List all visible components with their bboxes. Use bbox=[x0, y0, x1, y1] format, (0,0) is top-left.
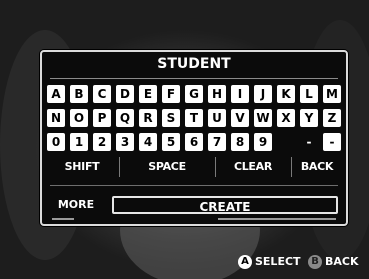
key-4[interactable]: 4 bbox=[139, 133, 157, 151]
key-d[interactable]: D bbox=[116, 85, 134, 103]
key-y[interactable]: Y bbox=[300, 109, 318, 127]
key-g[interactable]: G bbox=[185, 85, 203, 103]
key-row-1: A B C D E F G H I J K L M bbox=[47, 85, 343, 103]
title-divider bbox=[50, 78, 338, 79]
clear-button[interactable]: CLEAR bbox=[223, 159, 283, 175]
key-5[interactable]: 5 bbox=[162, 133, 180, 151]
key-o[interactable]: O bbox=[70, 109, 88, 127]
key-x[interactable]: X bbox=[277, 109, 295, 127]
select-prompt: A SELECT bbox=[238, 253, 301, 271]
footer-dash bbox=[218, 218, 336, 220]
key-2[interactable]: 2 bbox=[93, 133, 111, 151]
key-b[interactable]: B bbox=[70, 85, 88, 103]
key-i[interactable]: I bbox=[231, 85, 249, 103]
key-m[interactable]: M bbox=[323, 85, 341, 103]
key-dash-2[interactable]: - bbox=[323, 133, 341, 151]
key-e[interactable]: E bbox=[139, 85, 157, 103]
more-button[interactable]: MORE bbox=[52, 197, 100, 213]
key-f[interactable]: F bbox=[162, 85, 180, 103]
panel-title: STUDENT bbox=[157, 56, 231, 72]
key-s[interactable]: S bbox=[162, 109, 180, 127]
key-c[interactable]: C bbox=[93, 85, 111, 103]
back-button[interactable]: BACK bbox=[293, 159, 341, 175]
key-v[interactable]: V bbox=[231, 109, 249, 127]
shift-button[interactable]: SHIFT bbox=[57, 159, 107, 175]
action-divider bbox=[119, 157, 120, 177]
key-t[interactable]: T bbox=[185, 109, 203, 127]
key-k[interactable]: K bbox=[277, 85, 295, 103]
key-row-2: N O P Q R S T U V W X Y Z bbox=[47, 109, 343, 127]
key-dash[interactable]: - bbox=[300, 133, 318, 151]
key-j[interactable]: J bbox=[254, 85, 272, 103]
action-row: SHIFT SPACE CLEAR BACK bbox=[47, 157, 343, 177]
b-button-icon: B bbox=[308, 255, 322, 269]
key-empty bbox=[277, 133, 299, 151]
key-3[interactable]: 3 bbox=[116, 133, 134, 151]
key-6[interactable]: 6 bbox=[185, 133, 203, 151]
create-button[interactable]: CREATE bbox=[112, 196, 338, 214]
key-a[interactable]: A bbox=[47, 85, 65, 103]
key-r[interactable]: R bbox=[139, 109, 157, 127]
name-entry-keyboard: STUDENT A B C D E F G H I J K L M N O P … bbox=[40, 50, 348, 226]
key-8[interactable]: 8 bbox=[231, 133, 249, 151]
key-0[interactable]: 0 bbox=[47, 133, 65, 151]
key-row-3: 0 1 2 3 4 5 6 7 8 9 - - bbox=[47, 133, 343, 151]
key-z[interactable]: Z bbox=[323, 109, 341, 127]
a-button-icon: A bbox=[238, 255, 252, 269]
footer-dash bbox=[52, 218, 74, 220]
key-u[interactable]: U bbox=[208, 109, 226, 127]
key-h[interactable]: H bbox=[208, 85, 226, 103]
game-screen: STUDENT A B C D E F G H I J K L M N O P … bbox=[0, 0, 369, 279]
action-divider bbox=[215, 157, 216, 177]
key-7[interactable]: 7 bbox=[208, 133, 226, 151]
key-q[interactable]: Q bbox=[116, 109, 134, 127]
key-p[interactable]: P bbox=[93, 109, 111, 127]
back-label: BACK bbox=[325, 255, 359, 268]
key-9[interactable]: 9 bbox=[254, 133, 272, 151]
key-w[interactable]: W bbox=[254, 109, 272, 127]
space-button[interactable]: SPACE bbox=[131, 159, 203, 175]
key-n[interactable]: N bbox=[47, 109, 65, 127]
back-prompt: B BACK bbox=[308, 253, 359, 271]
key-l[interactable]: L bbox=[300, 85, 318, 103]
select-label: SELECT bbox=[255, 255, 301, 268]
key-1[interactable]: 1 bbox=[70, 133, 88, 151]
bottom-divider bbox=[50, 185, 338, 186]
action-divider bbox=[291, 157, 292, 177]
